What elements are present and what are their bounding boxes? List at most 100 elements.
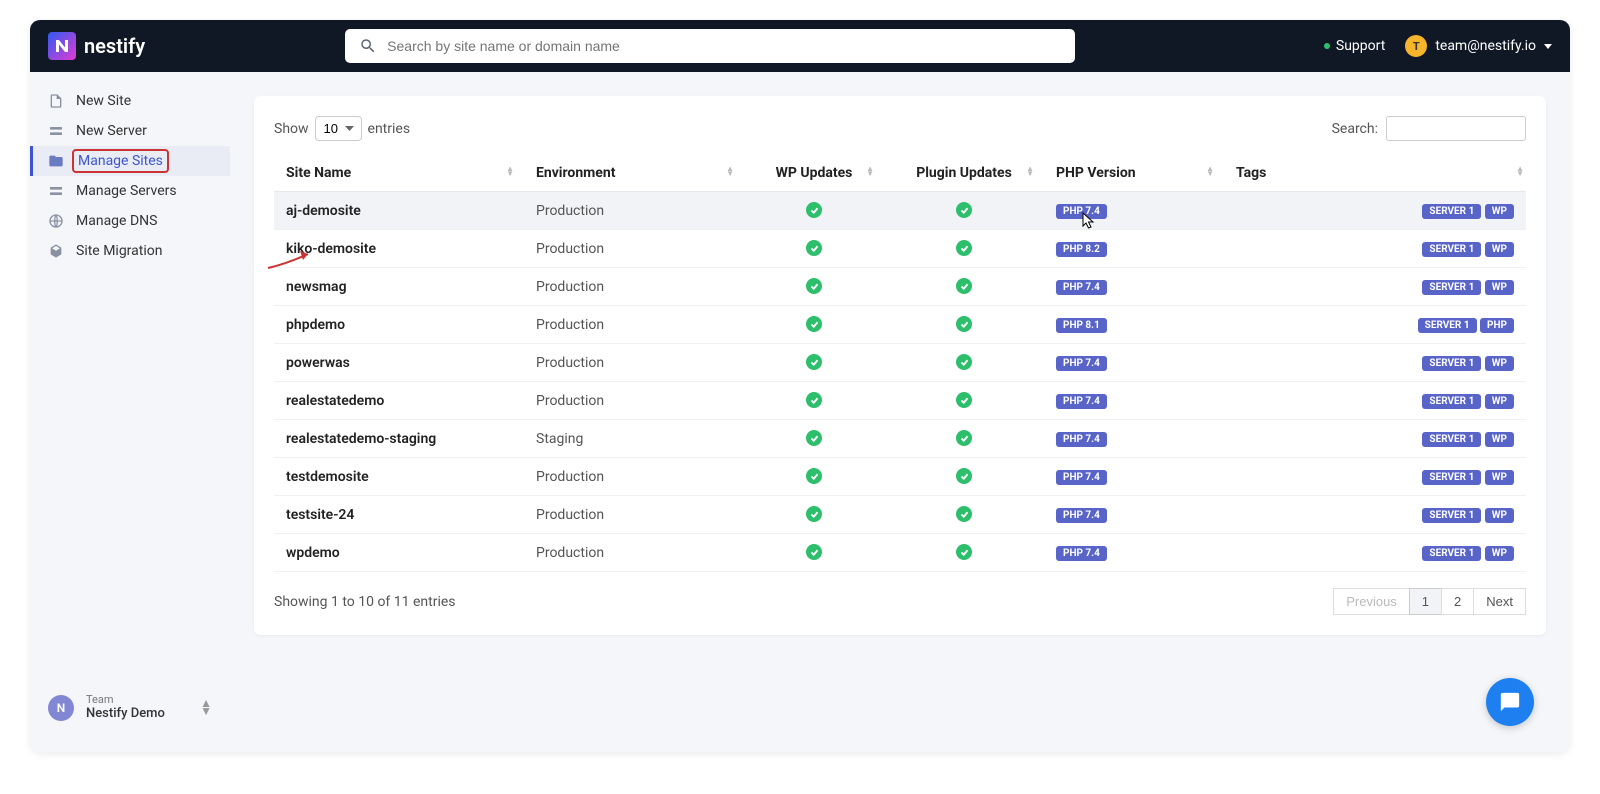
logo[interactable]: nestify [48,32,145,60]
table-row[interactable]: realestatedemoProductionPHP 7.4SERVER 1 … [274,382,1526,420]
cell-wp-updates [744,534,884,572]
user-menu[interactable]: T team@nestify.io [1405,35,1552,57]
sidebar-item-new-site[interactable]: New Site [30,86,230,116]
table-row[interactable]: realestatedemo-stagingStagingPHP 7.4SERV… [274,420,1526,458]
globe-icon [48,213,64,229]
chat-fab[interactable] [1486,678,1534,726]
cell-wp-updates [744,344,884,382]
cell-php-version: PHP 7.4 [1044,382,1224,420]
php-badge: PHP 7.4 [1056,432,1107,447]
php-badge: PHP 7.4 [1056,280,1107,295]
page-1[interactable]: 1 [1409,588,1442,615]
cell-wp-updates [744,458,884,496]
cell-plugin-updates [884,268,1044,306]
table-row[interactable]: testdemositeProductionPHP 7.4SERVER 1 WP [274,458,1526,496]
cell-environment: Production [524,268,744,306]
page-2[interactable]: 2 [1441,588,1474,615]
cell-site-name: powerwas [274,344,524,382]
col-environment[interactable]: Environment▲▼ [524,155,744,192]
sidebar-item-label: New Server [76,123,147,139]
cell-php-version: PHP 7.4 [1044,192,1224,230]
cell-php-version: PHP 7.4 [1044,534,1224,572]
sidebar: New Site New Server Manage Sites Manage … [30,72,230,752]
tag-badge: PHP [1480,318,1514,333]
check-icon [956,430,972,446]
cell-environment: Production [524,534,744,572]
cell-site-name: testsite-24 [274,496,524,534]
cell-tags: SERVER 1 WP [1224,496,1526,534]
php-badge: PHP 7.4 [1056,204,1107,219]
cell-tags: SERVER 1 WP [1224,192,1526,230]
search-input[interactable] [387,38,1061,54]
team-avatar: N [48,695,74,721]
entries-select[interactable]: 10 [315,116,362,141]
cell-environment: Production [524,458,744,496]
tag-badge: WP [1485,242,1514,257]
cell-php-version: PHP 7.4 [1044,496,1224,534]
check-icon [806,430,822,446]
sidebar-item-site-migration[interactable]: Site Migration [30,236,230,266]
cell-environment: Production [524,344,744,382]
sidebar-item-manage-servers[interactable]: Manage Servers [30,176,230,206]
cell-plugin-updates [884,306,1044,344]
col-site-name[interactable]: Site Name▲▼ [274,155,524,192]
pagination: Previous 1 2 Next [1334,588,1526,615]
sidebar-item-label: Manage DNS [76,213,157,229]
php-badge: PHP 7.4 [1056,546,1107,561]
col-php-version[interactable]: PHP Version▲▼ [1044,155,1224,192]
col-plugin-updates[interactable]: Plugin Updates▲▼ [884,155,1044,192]
cell-plugin-updates [884,420,1044,458]
cell-php-version: PHP 7.4 [1044,420,1224,458]
tag-badge: WP [1485,280,1514,295]
cell-site-name: wpdemo [274,534,524,572]
cell-tags: SERVER 1 WP [1224,458,1526,496]
cell-environment: Production [524,306,744,344]
tag-badge: SERVER 1 [1422,242,1481,257]
tag-badge: WP [1485,508,1514,523]
search-icon [359,37,377,55]
cell-wp-updates [744,306,884,344]
sidebar-item-manage-sites[interactable]: Manage Sites [30,146,230,176]
tag-badge: SERVER 1 [1422,280,1481,295]
chat-icon [1499,691,1521,713]
global-search[interactable] [345,29,1075,63]
page-next[interactable]: Next [1473,588,1526,615]
cell-tags: SERVER 1 WP [1224,230,1526,268]
check-icon [956,202,972,218]
check-icon [806,468,822,484]
tag-badge: WP [1485,546,1514,561]
table-row[interactable]: newsmagProductionPHP 7.4SERVER 1 WP [274,268,1526,306]
cell-environment: Production [524,230,744,268]
table-row[interactable]: testsite-24Production PHP 7.4SERVER 1 WP [274,496,1526,534]
cell-wp-updates [744,420,884,458]
table-row[interactable]: powerwasProductionPHP 7.4SERVER 1 WP [274,344,1526,382]
page-prev[interactable]: Previous [1333,588,1410,615]
sites-table: Site Name▲▼ Environment▲▼ WP Updates▲▼ P… [274,155,1526,572]
support-link[interactable]: Support [1324,38,1385,54]
status-dot-icon [1324,43,1330,49]
php-badge: PHP 7.4 [1056,394,1107,409]
logo-icon [48,32,76,60]
table-row[interactable]: kiko-demositeProductionPHP 8.2SERVER 1 W… [274,230,1526,268]
table-row[interactable]: phpdemoProductionPHP 8.1SERVER 1 PHP [274,306,1526,344]
sites-card: Show 10 entries Search: Site Name▲▼ En [254,96,1546,635]
cell-environment: Production [524,192,744,230]
cell-environment: Production [524,496,744,534]
check-icon [806,506,822,522]
cell-plugin-updates [884,382,1044,420]
table-search-input[interactable] [1386,116,1526,141]
cell-site-name: testdemosite [274,458,524,496]
updown-icon: ▲▼ [200,700,212,714]
table-row[interactable]: aj-demositeProductionPHP 7.4SERVER 1 WP [274,192,1526,230]
team-switcher[interactable]: N Team Nestify Demo ▲▼ [30,677,230,738]
table-row[interactable]: wpdemoProductionPHP 7.4SERVER 1 WP [274,534,1526,572]
check-icon [956,240,972,256]
cell-plugin-updates [884,344,1044,382]
sidebar-item-label: New Site [76,93,131,109]
sidebar-item-manage-dns[interactable]: Manage DNS [30,206,230,236]
col-tags[interactable]: Tags▲▼ [1224,155,1526,192]
col-wp-updates[interactable]: WP Updates▲▼ [744,155,884,192]
sidebar-item-new-server[interactable]: New Server [30,116,230,146]
cell-plugin-updates [884,458,1044,496]
migration-icon [48,243,64,259]
